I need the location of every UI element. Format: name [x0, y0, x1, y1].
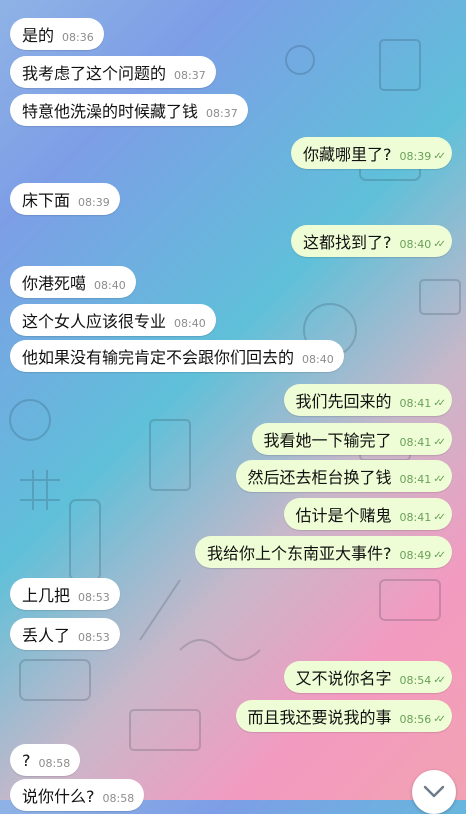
- outgoing-message[interactable]: 而且我还要说我的事 08:56 ✓✓: [235, 700, 452, 732]
- read-checkmark-icon: ✓✓: [433, 473, 446, 485]
- message-text: 我考虑了这个问题的: [22, 64, 167, 83]
- outgoing-message[interactable]: 然后还去柜台换了钱 08:41 ✓✓: [235, 460, 452, 492]
- incoming-message[interactable]: 我考虑了这个问题的 08:37: [10, 56, 216, 88]
- message-text: 我给你上个东南亚大事件?: [207, 544, 392, 563]
- message-text: 这个女人应该很专业: [22, 312, 167, 331]
- message-time: 08:41: [399, 510, 432, 524]
- message-text: 我们先回来的: [295, 392, 392, 411]
- message-time: 08:53: [78, 590, 110, 604]
- message-text: 是的: [22, 26, 55, 45]
- message-time: 08:39: [399, 149, 432, 163]
- message-time: 08:41: [399, 396, 432, 410]
- read-checkmark-icon: ✓✓: [433, 674, 446, 686]
- message-text: 又不说你名字: [295, 669, 392, 688]
- message-time: 08:41: [399, 472, 432, 486]
- read-checkmark-icon: ✓✓: [433, 436, 446, 448]
- message-time: 08:58: [38, 756, 71, 770]
- message-text: 然后还去柜台换了钱: [247, 468, 392, 487]
- outgoing-message[interactable]: 你藏哪里了? 08:39 ✓✓: [291, 137, 452, 169]
- message-time: 08:40: [399, 237, 432, 251]
- outgoing-message[interactable]: 估计是个赌鬼 08:41 ✓✓: [283, 498, 452, 530]
- message-time: 08:41: [399, 435, 432, 449]
- incoming-message[interactable]: 床下面 08:39: [10, 183, 120, 215]
- message-text: 估计是个赌鬼: [295, 506, 392, 525]
- read-checkmark-icon: ✓✓: [433, 397, 446, 409]
- message-text: 我看她一下输完了: [263, 431, 392, 450]
- message-text: 而且我还要说我的事: [247, 708, 392, 727]
- outgoing-message[interactable]: 又不说你名字 08:54 ✓✓: [283, 661, 452, 693]
- read-checkmark-icon: ✓✓: [433, 549, 446, 561]
- message-time: 08:53: [78, 630, 110, 644]
- incoming-message[interactable]: 他如果没有输完肯定不会跟你们回去的 08:40: [10, 340, 344, 372]
- incoming-message[interactable]: 上几把 08:53: [10, 578, 120, 610]
- message-time: 08:49: [399, 548, 432, 562]
- message-time: 08:58: [102, 791, 135, 805]
- message-time: 08:54: [399, 673, 432, 687]
- outgoing-message[interactable]: 这都找到了? 08:40 ✓✓: [291, 225, 452, 257]
- message-text: 丢人了: [22, 626, 71, 645]
- incoming-message[interactable]: 说你什么? 08:58: [10, 779, 145, 811]
- scroll-down-button[interactable]: [412, 770, 456, 814]
- message-time: 08:56: [399, 712, 432, 726]
- incoming-message[interactable]: 这个女人应该很专业 08:40: [10, 304, 216, 336]
- incoming-message[interactable]: ? 08:58: [10, 744, 81, 776]
- message-time: 08:36: [62, 30, 94, 44]
- message-text: 这都找到了?: [303, 233, 392, 252]
- outgoing-message[interactable]: 我看她一下输完了 08:41 ✓✓: [251, 423, 452, 455]
- outgoing-message[interactable]: 我们先回来的 08:41 ✓✓: [283, 384, 452, 416]
- chevron-down-icon: [423, 785, 445, 798]
- message-time: 08:37: [174, 68, 206, 82]
- read-checkmark-icon: ✓✓: [433, 150, 446, 162]
- message-text: 你港死噶: [22, 274, 87, 293]
- read-checkmark-icon: ✓✓: [433, 238, 446, 250]
- message-time: 08:39: [78, 195, 110, 209]
- message-text: 说你什么?: [22, 787, 95, 806]
- message-time: 08:37: [206, 106, 238, 120]
- message-time: 08:40: [94, 278, 126, 292]
- message-text: 他如果没有输完肯定不会跟你们回去的: [22, 348, 295, 367]
- message-text: ?: [22, 750, 31, 770]
- message-time: 08:40: [302, 352, 334, 366]
- message-text: 上几把: [22, 586, 71, 605]
- outgoing-message[interactable]: 我给你上个东南亚大事件? 08:49 ✓✓: [195, 536, 452, 568]
- message-text: 特意他洗澡的时候藏了钱: [22, 102, 199, 121]
- message-time: 08:40: [174, 316, 206, 330]
- message-text: 你藏哪里了?: [303, 145, 392, 164]
- message-list[interactable]: 是的 08:36 我考虑了这个问题的 08:37 特意他洗澡的时候藏了钱 08:37 你藏哪…: [0, 0, 466, 811]
- message-text: 床下面: [22, 191, 71, 210]
- incoming-message[interactable]: 你港死噶 08:40: [10, 266, 136, 298]
- incoming-message[interactable]: 特意他洗澡的时候藏了钱 08:37: [10, 94, 248, 126]
- incoming-message[interactable]: 是的 08:36: [10, 18, 104, 50]
- incoming-message[interactable]: 丢人了 08:53: [10, 618, 120, 650]
- read-checkmark-icon: ✓✓: [433, 713, 446, 725]
- read-checkmark-icon: ✓✓: [433, 511, 446, 523]
